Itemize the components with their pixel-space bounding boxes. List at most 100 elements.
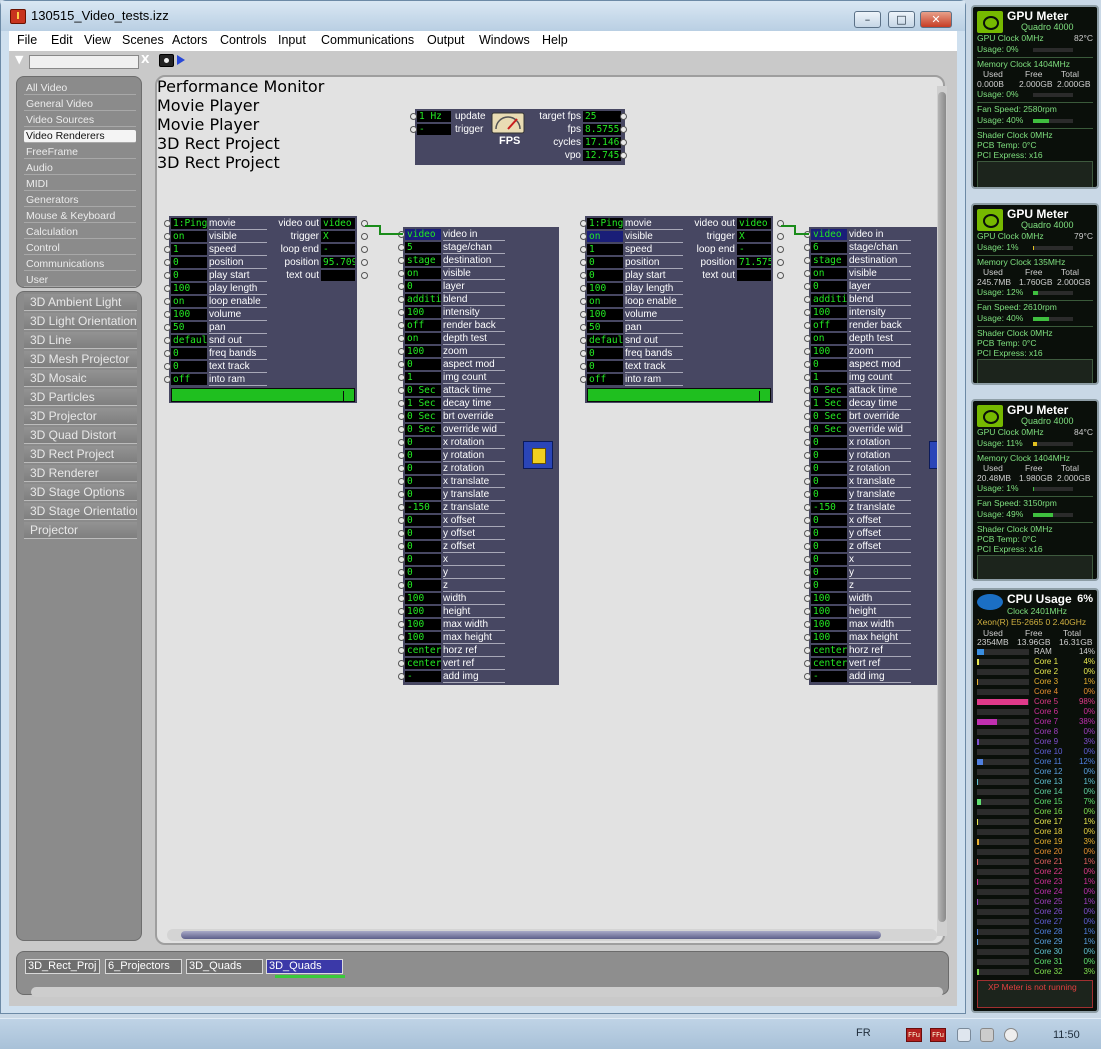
input-port[interactable] — [804, 361, 811, 368]
input-value[interactable]: default — [587, 335, 623, 346]
input-port[interactable] — [398, 595, 405, 602]
performance-monitor-actor[interactable]: 1 Hz update - trigger target fps 25 fps 8.5755 c… — [410, 109, 627, 165]
input-port[interactable] — [398, 257, 405, 264]
output-value[interactable]: X — [737, 231, 771, 242]
input-value[interactable]: 0 — [405, 541, 441, 552]
input-port[interactable] — [804, 608, 811, 615]
scene-tab-active[interactable]: 3D_Quads — [266, 959, 343, 974]
gpu-meter-gadget[interactable]: GPU Meter Quadro 4000 GPU Clock 0MHz 84°C Us… — [971, 399, 1099, 581]
input-port[interactable] — [804, 634, 811, 641]
input-value[interactable]: 0 — [405, 359, 441, 370]
rect-project-actor[interactable]: video video in 6 stage/chan stage destination… — [804, 227, 943, 685]
menu-controls[interactable]: Controls — [220, 33, 267, 47]
menu-view[interactable]: View — [84, 33, 111, 47]
output-value[interactable]: X — [321, 231, 355, 242]
category-item[interactable]: Video Renderers — [24, 130, 136, 143]
input-port[interactable] — [398, 530, 405, 537]
input-port[interactable] — [804, 582, 811, 589]
input-port[interactable] — [580, 350, 587, 357]
input-port[interactable] — [804, 426, 811, 433]
input-value[interactable]: 0 — [811, 476, 847, 487]
movie-progress-bar[interactable] — [587, 388, 771, 402]
output-port[interactable] — [777, 259, 784, 266]
input-port[interactable] — [804, 504, 811, 511]
input-value[interactable]: - — [811, 671, 847, 682]
category-item[interactable]: Calculation — [24, 226, 136, 239]
input-port[interactable] — [580, 285, 587, 292]
gpu-meter-gadget[interactable]: GPU Meter Quadro 4000 GPU Clock 0MHz 82°C Us… — [971, 5, 1099, 189]
input-value[interactable]: stage — [811, 255, 847, 266]
input-value[interactable]: 6 — [811, 242, 847, 253]
actor-list-item[interactable]: 3D Mesh Projector — [24, 351, 137, 368]
input-value[interactable]: 100 — [405, 346, 441, 357]
input-value[interactable]: 100 — [405, 619, 441, 630]
input-value[interactable]: 0 — [811, 450, 847, 461]
actor-list-item[interactable]: 3D Light Orientation — [24, 313, 137, 330]
input-port[interactable] — [398, 452, 405, 459]
input-value[interactable]: off — [171, 374, 207, 385]
input-value[interactable]: 0 — [587, 361, 623, 372]
input-value[interactable]: 0 Sec — [811, 385, 847, 396]
input-value[interactable]: 0 — [405, 463, 441, 474]
title-bar[interactable]: I 130515_Video_tests.izz – □ ✕ — [1, 1, 965, 31]
input-value[interactable]: 100 — [405, 307, 441, 318]
input-value[interactable]: 100 — [811, 593, 847, 604]
actor-list-item[interactable]: 3D Projector — [24, 408, 137, 425]
language-indicator[interactable]: FR — [856, 1027, 871, 1039]
input-port[interactable] — [580, 337, 587, 344]
input-value[interactable]: 0 Sec — [811, 411, 847, 422]
output-value[interactable] — [321, 270, 355, 281]
patch-cable[interactable] — [794, 233, 809, 235]
action-center-icon[interactable] — [957, 1028, 971, 1042]
input-port[interactable] — [804, 569, 811, 576]
input-value[interactable]: 0 — [811, 281, 847, 292]
category-item[interactable]: Audio — [24, 162, 136, 175]
input-value[interactable]: off — [405, 320, 441, 331]
input-value[interactable]: 100 — [405, 593, 441, 604]
actor-list-item[interactable]: 3D Quad Distort — [24, 427, 137, 444]
scene-tab[interactable]: 6_Projectors — [105, 959, 182, 974]
input-value[interactable]: 0 — [811, 437, 847, 448]
input-port[interactable] — [804, 413, 811, 420]
input-port[interactable] — [580, 298, 587, 305]
output-value[interactable]: video — [321, 218, 355, 229]
menu-communications[interactable]: Communications — [321, 33, 414, 47]
output-value[interactable]: - — [737, 244, 771, 255]
output-port[interactable] — [777, 246, 784, 253]
input-port[interactable] — [398, 270, 405, 277]
input-value[interactable]: off — [811, 320, 847, 331]
menu-help[interactable]: Help — [542, 33, 568, 47]
collapse-triangle-icon[interactable]: ▼ — [15, 53, 23, 66]
input-value[interactable]: 0 — [405, 281, 441, 292]
input-value[interactable]: 0 — [811, 567, 847, 578]
category-item[interactable]: General Video — [24, 98, 136, 111]
input-port[interactable] — [398, 543, 405, 550]
input-port[interactable] — [398, 361, 405, 368]
input-value[interactable]: 100 — [811, 346, 847, 357]
output-value[interactable]: video — [737, 218, 771, 229]
input-port[interactable] — [398, 582, 405, 589]
input-port[interactable] — [804, 387, 811, 394]
input-value[interactable]: video — [405, 229, 441, 240]
input-port[interactable] — [164, 350, 171, 357]
input-port[interactable] — [804, 348, 811, 355]
horizontal-scrollbar[interactable] — [167, 929, 937, 941]
actor-list-item[interactable]: Projector — [24, 522, 137, 539]
menu-scenes[interactable]: Scenes — [122, 33, 164, 47]
category-item[interactable]: Mouse & Keyboard — [24, 210, 136, 223]
output-port[interactable] — [620, 152, 627, 159]
input-port[interactable] — [804, 673, 811, 680]
category-item[interactable]: FreeFrame — [24, 146, 136, 159]
category-item[interactable]: Video Sources — [24, 114, 136, 127]
output-port[interactable] — [361, 233, 368, 240]
camera-icon[interactable] — [159, 54, 174, 67]
input-port[interactable] — [804, 543, 811, 550]
input-value[interactable]: 0 — [405, 489, 441, 500]
scene-editor-canvas[interactable]: Performance Monitor 1 Hz update - trigger tar… — [155, 75, 945, 945]
menu-input[interactable]: Input — [278, 33, 306, 47]
input-port[interactable] — [398, 647, 405, 654]
input-value[interactable]: 0 Sec — [405, 411, 441, 422]
input-port[interactable] — [398, 283, 405, 290]
input-port[interactable] — [398, 296, 405, 303]
menu-actors[interactable]: Actors — [172, 33, 207, 47]
